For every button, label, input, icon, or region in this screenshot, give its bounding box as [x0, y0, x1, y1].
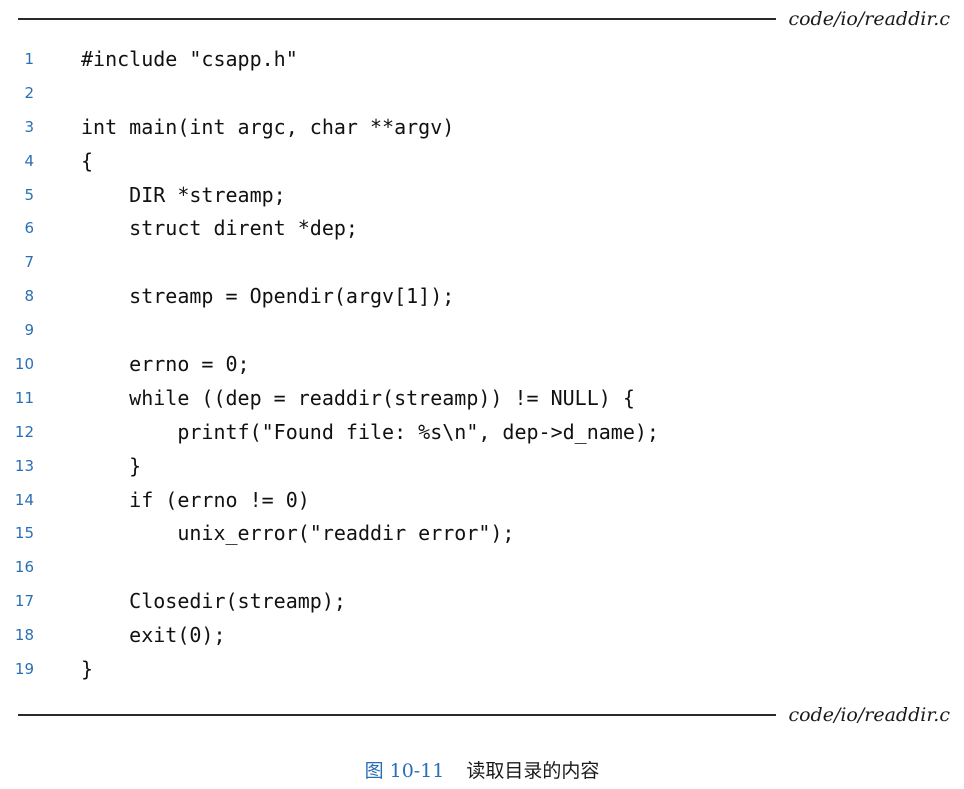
code-text: exit(0); — [81, 623, 226, 648]
code-line: 4{ — [0, 144, 964, 178]
line-number: 11 — [14, 388, 34, 407]
code-text: { — [81, 148, 94, 173]
code-text: #include "csapp.h" — [81, 46, 298, 71]
line-number: 16 — [14, 558, 34, 577]
figure-number: 图 10-11 — [364, 760, 445, 782]
bottom-rule-line — [18, 714, 777, 716]
code-line: 13 } — [0, 449, 964, 483]
line-number: 1 — [24, 49, 34, 68]
code-line: 1 #include "csapp.h" — [0, 42, 964, 76]
code-text: } — [81, 656, 94, 681]
code-text: Closedir(streamp); — [81, 589, 346, 614]
bottom-file-label: code/io/readdir.c — [788, 704, 950, 726]
line-number: 6 — [24, 219, 34, 238]
line-number: 5 — [24, 185, 34, 204]
code-line: 19} — [0, 652, 964, 686]
line-number: 14 — [14, 490, 34, 509]
code-line: 6 struct dirent *dep; — [0, 211, 964, 245]
code-line: 10 errno = 0; — [0, 347, 964, 381]
line-number: 13 — [14, 456, 34, 475]
code-line: 15 unix_error("readdir error"); — [0, 516, 964, 550]
code-line: 7 — [0, 245, 964, 279]
line-number: 18 — [14, 626, 34, 645]
line-number: 9 — [24, 321, 34, 340]
top-rule-line — [18, 18, 777, 20]
code-line: 12 printf("Found file: %s\n", dep->d_nam… — [0, 415, 964, 449]
code-text: while ((dep = readdir(streamp)) != NULL)… — [81, 385, 635, 410]
line-number: 3 — [24, 117, 34, 136]
bottom-rule: code/io/readdir.c — [18, 704, 950, 726]
code-text: streamp = Opendir(argv[1]); — [81, 284, 455, 309]
line-number: 7 — [24, 253, 34, 272]
code-listing: 1 #include "csapp.h" 2 3 int main(int argc, … — [0, 42, 964, 686]
code-line: 5 DIR *streamp; — [0, 178, 964, 212]
code-line: 9 — [0, 313, 964, 347]
code-line: 3 int main(int argc, char **argv) — [0, 110, 964, 144]
line-number: 15 — [14, 524, 34, 543]
code-text: DIR *streamp; — [81, 182, 286, 207]
code-line: 8 streamp = Opendir(argv[1]); — [0, 279, 964, 313]
code-line: 11 while ((dep = readdir(streamp)) != NU… — [0, 381, 964, 415]
line-number: 17 — [14, 592, 34, 611]
code-text: int main(int argc, char **argv) — [81, 114, 455, 139]
code-line: 17 Closedir(streamp); — [0, 584, 964, 618]
code-text: unix_error("readdir error"); — [81, 521, 515, 546]
line-number: 4 — [24, 151, 34, 170]
code-text: } — [81, 453, 142, 478]
top-file-label: code/io/readdir.c — [788, 8, 950, 30]
line-number: 2 — [24, 83, 34, 102]
code-line: 16 — [0, 550, 964, 584]
code-text: errno = 0; — [81, 351, 250, 376]
top-rule: code/io/readdir.c — [18, 8, 950, 30]
code-line: 2 — [0, 76, 964, 110]
line-number: 8 — [24, 287, 34, 306]
line-number: 10 — [14, 354, 34, 373]
line-number: 12 — [14, 422, 34, 441]
figure-title: 读取目录的内容 — [466, 760, 600, 782]
code-text: printf("Found file: %s\n", dep->d_name); — [81, 419, 659, 444]
code-text: struct dirent *dep; — [81, 216, 358, 241]
code-line: 18 exit(0); — [0, 618, 964, 652]
code-text: if (errno != 0) — [81, 487, 310, 512]
code-line: 14 if (errno != 0) — [0, 483, 964, 517]
line-number: 19 — [14, 659, 34, 678]
figure-caption: 图 10-11 读取目录的内容 — [0, 756, 964, 783]
